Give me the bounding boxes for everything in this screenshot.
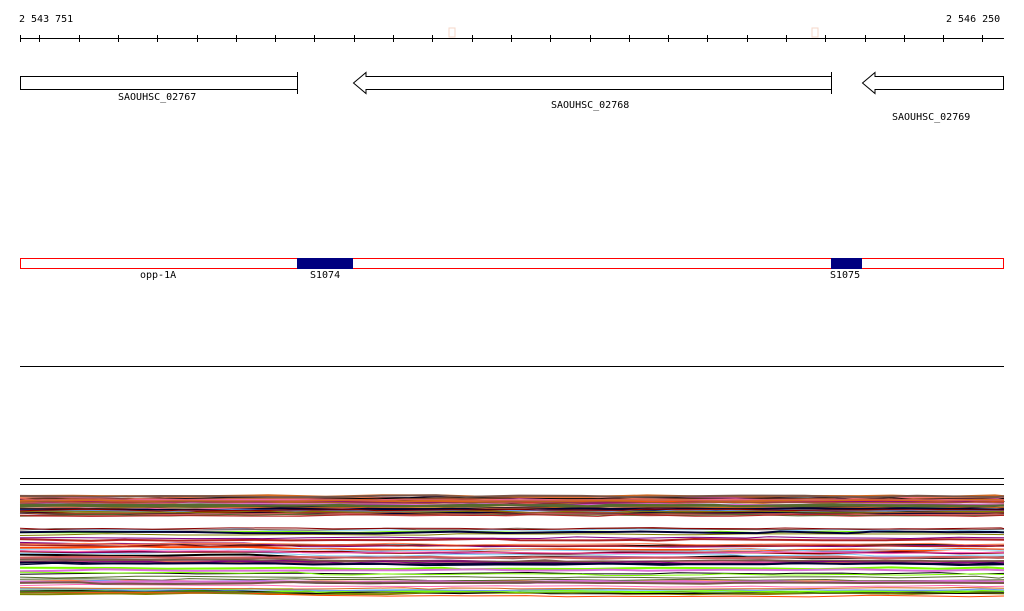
srna-S1075[interactable]: [831, 258, 862, 269]
srna-label: S1075: [830, 270, 861, 281]
expression-line: [19, 568, 1005, 573]
gene-label: SAOUHSC_02769: [892, 112, 971, 123]
expression-line: [19, 555, 1005, 560]
expression-line: [19, 537, 1005, 542]
gene-SAOUHSC_02769[interactable]: [861, 71, 1004, 95]
expression-line: [19, 533, 1005, 536]
coordinate-ruler: [20, 35, 1004, 42]
gene-label: SAOUHSC_02767: [118, 92, 197, 103]
gene-SAOUHSC_02767[interactable]: [20, 72, 298, 94]
expression-profiles: [19, 494, 1005, 598]
expression-line: [19, 575, 1005, 579]
operon-label: opp-1A: [140, 270, 177, 281]
ruler-marker: [811, 27, 819, 38]
gene-label: SAOUHSC_02768: [551, 100, 630, 111]
gene-SAOUHSC_02768[interactable]: [352, 71, 832, 95]
srna-label: S1074: [310, 270, 341, 281]
ruler-marker: [448, 27, 456, 38]
srna-S1074[interactable]: [297, 258, 353, 269]
expression-line: [19, 536, 1005, 540]
